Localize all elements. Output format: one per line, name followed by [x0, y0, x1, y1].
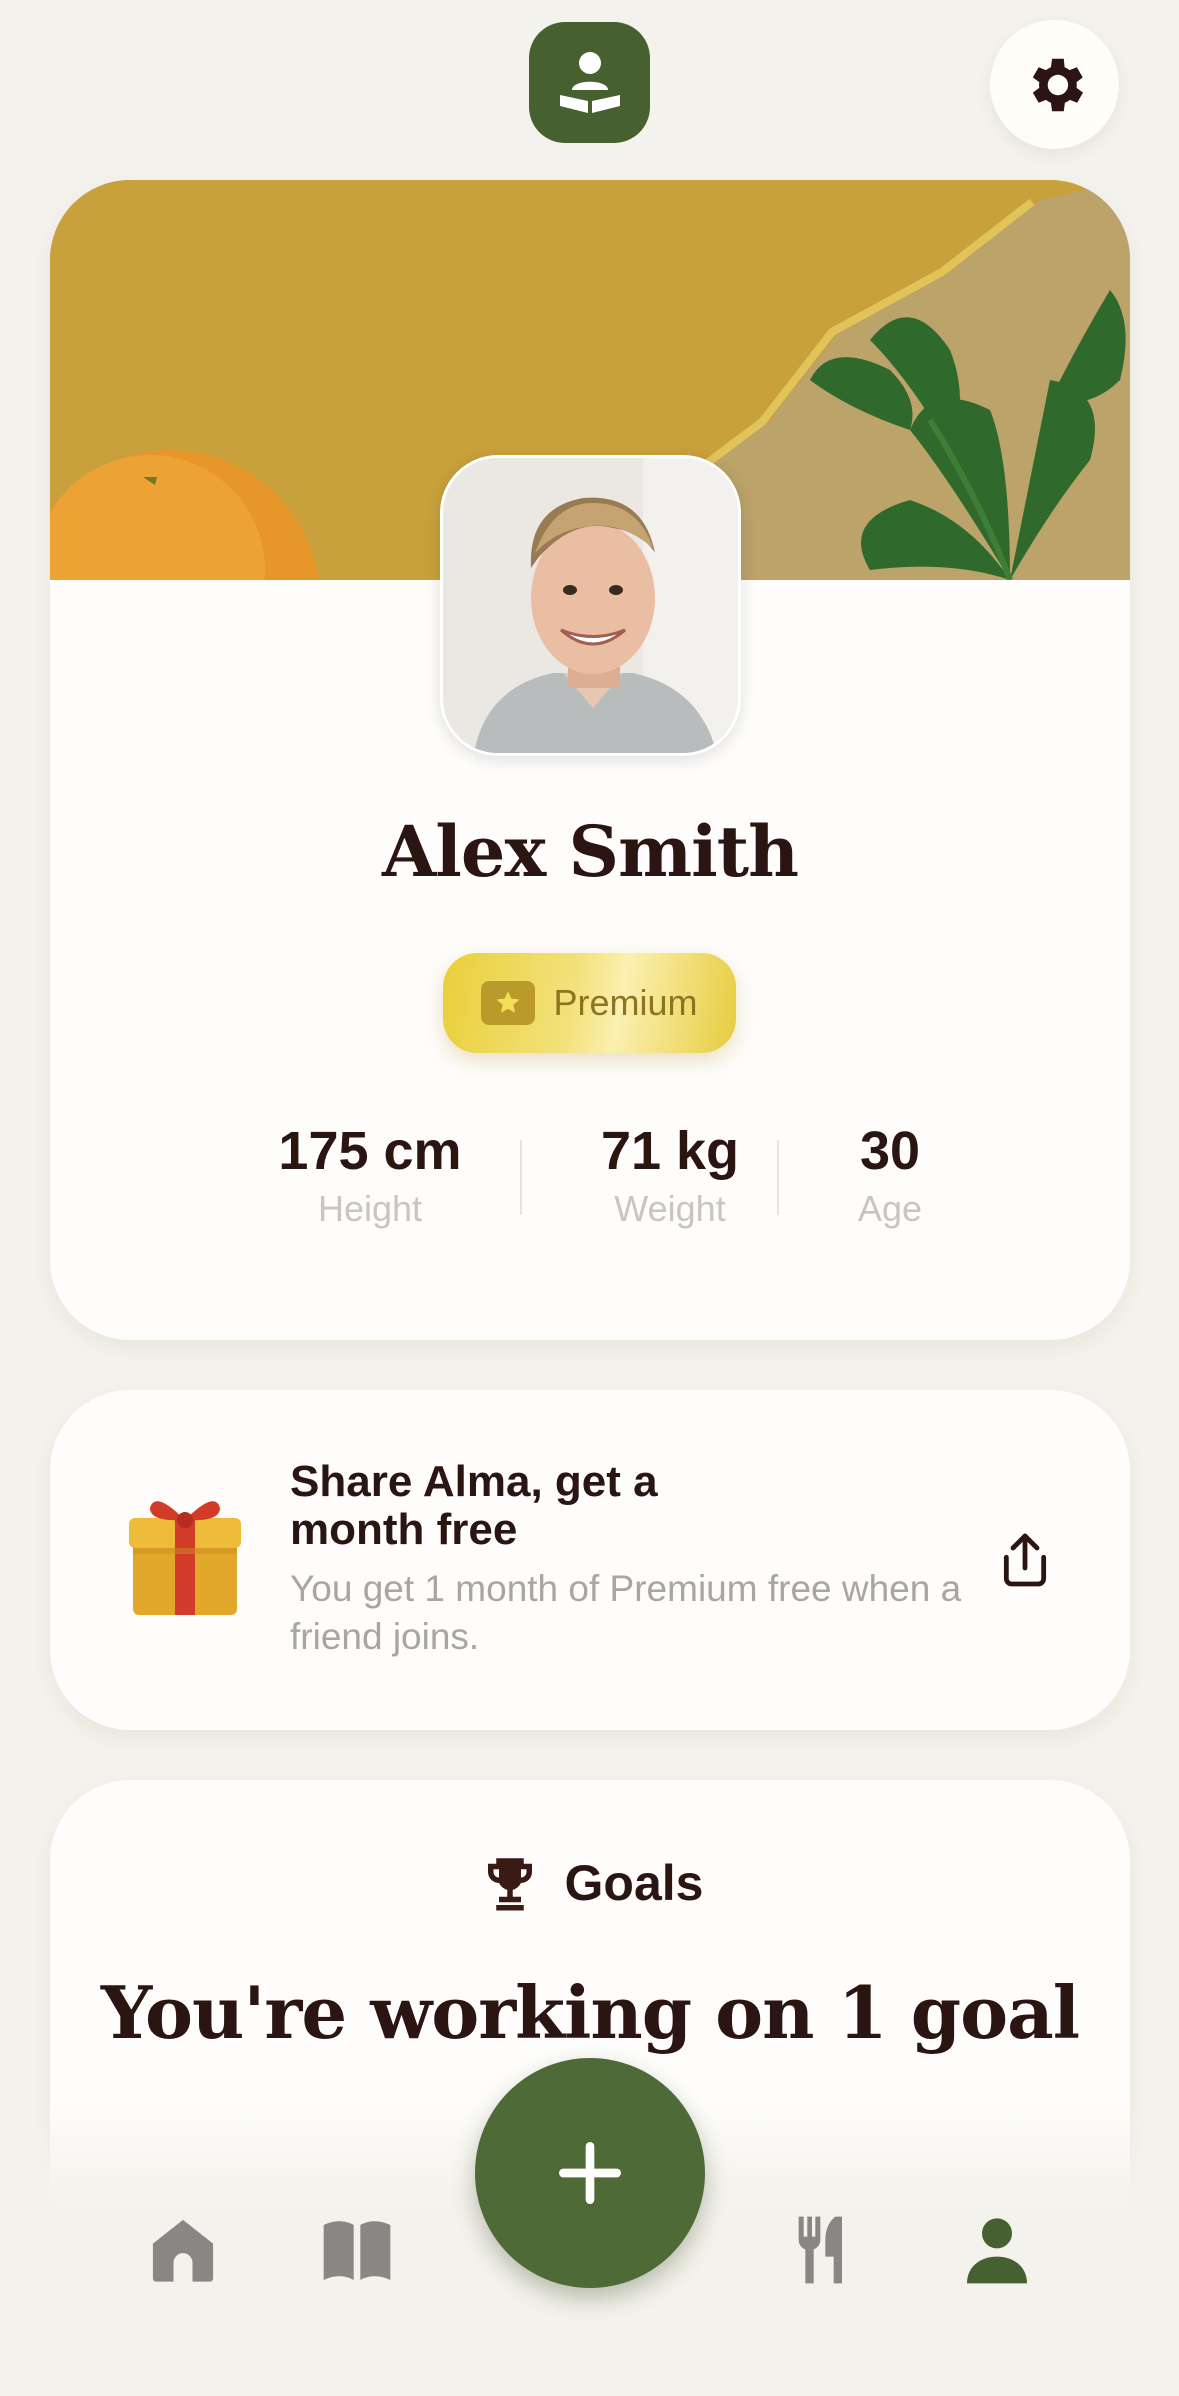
star-icon — [481, 981, 536, 1025]
stat-age-label: Age — [857, 1188, 923, 1229]
stat-age: 30 Age — [820, 1120, 960, 1230]
share-title: Share Alma, get a month free — [290, 1457, 658, 1554]
stat-height-label: Height — [317, 1188, 423, 1229]
add-button[interactable] — [475, 2058, 705, 2288]
home-icon — [152, 2219, 214, 2282]
person-icon — [967, 2218, 1027, 2284]
premium-label: Premium — [553, 982, 698, 1023]
nav-profile[interactable] — [952, 2205, 1042, 2295]
share-card[interactable]: Share Alma, get a month free You get 1 m… — [50, 1390, 1130, 1730]
profile-name: Alex Smith — [382, 810, 799, 893]
nav-meals[interactable] — [777, 2205, 867, 2295]
premium-badge[interactable]: Premium — [443, 953, 736, 1053]
gift-icon — [125, 1490, 245, 1620]
share-button[interactable] — [985, 1520, 1065, 1600]
nav-library[interactable] — [312, 2205, 402, 2295]
share-icon — [1003, 1533, 1047, 1587]
stat-height: 175 cm Height — [250, 1120, 490, 1230]
share-description: You get 1 month of Premium free when a f… — [290, 1568, 962, 1657]
settings-button[interactable] — [990, 20, 1119, 149]
goals-header: Goals — [50, 1850, 1130, 1916]
avatar[interactable] — [440, 455, 741, 756]
stat-height-value: 175 cm — [278, 1121, 462, 1181]
top-bar — [0, 0, 1179, 170]
stat-weight-label: Weight — [614, 1188, 726, 1229]
goals-label: Goals — [564, 1855, 704, 1911]
stat-divider — [777, 1140, 779, 1215]
avatar-photo — [443, 458, 738, 753]
plus-icon — [559, 2142, 621, 2204]
app-logo — [529, 22, 650, 143]
stats-row: 175 cm Height 71 kg Weight 30 Age — [50, 1120, 1130, 1250]
goals-title: You're working on 1 goal — [100, 1970, 1080, 2055]
reading-person-icon — [559, 51, 620, 113]
stat-divider — [520, 1140, 522, 1215]
stat-age-value: 30 — [859, 1121, 921, 1181]
gear-icon — [1032, 58, 1083, 111]
profile-card: Alex Smith Premium 175 cm Height 71 kg W… — [50, 180, 1130, 1340]
nav-home[interactable] — [138, 2205, 228, 2295]
stat-weight-value: 71 kg — [600, 1121, 740, 1181]
fork-knife-icon — [798, 2216, 842, 2284]
stat-weight: 71 kg Weight — [570, 1120, 770, 1230]
book-icon — [323, 2221, 391, 2280]
trophy-icon — [487, 1858, 532, 1911]
